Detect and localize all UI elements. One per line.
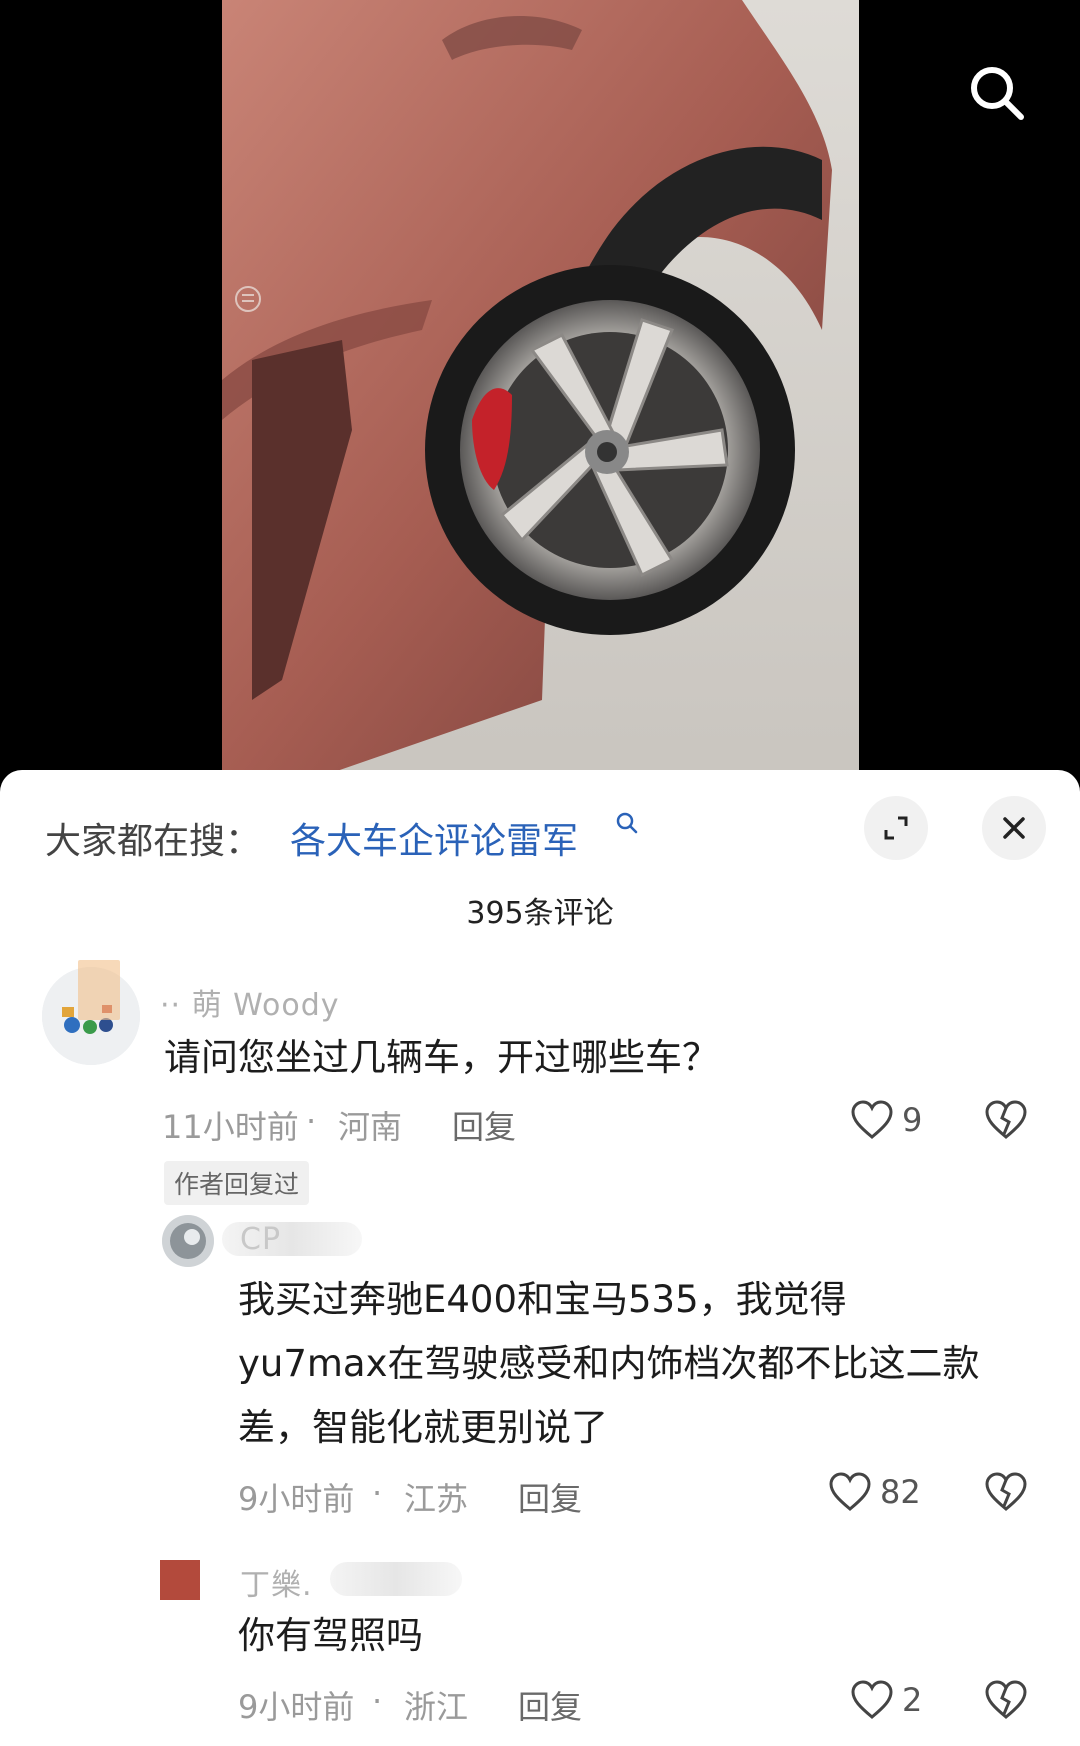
search-suggestion-prefix: 大家都在搜： — [45, 821, 262, 862]
video-player[interactable] — [0, 0, 1080, 790]
dot-separator: · — [306, 1102, 317, 1140]
author-replied-badge: 作者回复过 — [164, 1161, 310, 1205]
search-mini-icon — [616, 812, 638, 838]
comment-location: 江苏 — [404, 1480, 469, 1518]
comment-count: 395条评论 — [466, 896, 614, 931]
car-illustration — [222, 0, 859, 790]
like-count: 82 — [880, 1473, 921, 1511]
broken-heart-icon[interactable] — [984, 1680, 1028, 1724]
comment-text: 请问您坐过几辆车，开过哪些车？ — [164, 1036, 719, 1079]
broken-heart-icon[interactable] — [984, 1100, 1028, 1144]
comment-text: 你有驾照吗 — [238, 1614, 423, 1657]
heart-icon — [851, 1100, 893, 1139]
reply-button[interactable]: 回复 — [518, 1682, 582, 1728]
username[interactable]: ·· 萌 Woody — [160, 980, 340, 1024]
like-button[interactable]: 9 — [850, 1100, 922, 1140]
sheet-header: 大家都在搜： 各大车企评论雷军 — [0, 770, 1080, 890]
blur-overlay — [330, 1562, 462, 1596]
avatar[interactable] — [160, 1560, 200, 1600]
comment-location: 河南 — [338, 1108, 403, 1146]
comment-text-line: 差，智能化就更别说了 — [238, 1406, 608, 1449]
avatar[interactable] — [162, 1215, 214, 1267]
expand-button[interactable] — [864, 796, 928, 860]
reply-button[interactable]: 回复 — [518, 1474, 582, 1520]
dot-separator: · — [372, 1474, 383, 1512]
username[interactable]: CP — [240, 1222, 281, 1257]
close-button[interactable] — [982, 796, 1046, 860]
like-count: 2 — [902, 1681, 923, 1719]
comment-time: 11小时前 — [162, 1108, 299, 1146]
expand-icon — [884, 816, 908, 840]
username[interactable]: 丁樂. — [240, 1560, 313, 1604]
search-icon[interactable] — [966, 62, 1028, 124]
broken-heart-icon[interactable] — [984, 1472, 1028, 1516]
like-count: 9 — [902, 1101, 923, 1139]
reply-button[interactable]: 回复 — [452, 1102, 516, 1148]
like-button[interactable]: 82 — [828, 1472, 921, 1512]
comment-location: 浙江 — [404, 1688, 469, 1726]
comment-text-line: yu7max在驾驶感受和内饰档次都不比这二款 — [238, 1342, 980, 1385]
close-icon — [1003, 817, 1025, 839]
heart-icon — [829, 1472, 871, 1511]
like-button[interactable]: 2 — [850, 1680, 922, 1720]
comment-text-line: 我买过奔驰E400和宝马535，我觉得 — [238, 1278, 847, 1321]
comment-time: 9小时前 — [238, 1688, 355, 1726]
blur-overlay — [78, 960, 120, 1020]
video-frame — [222, 0, 859, 790]
dot-separator: · — [372, 1682, 383, 1720]
comment-time: 9小时前 — [238, 1480, 355, 1518]
heart-icon — [851, 1680, 893, 1719]
search-suggestion-link[interactable]: 各大车企评论雷军 — [290, 812, 578, 864]
